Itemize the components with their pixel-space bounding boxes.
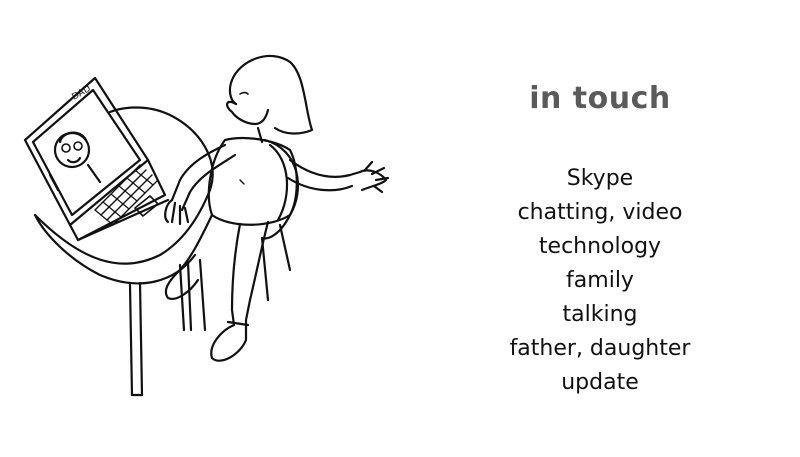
keyword-item: talking: [562, 302, 638, 327]
keyword-item: update: [561, 370, 639, 395]
keyword-item: technology: [538, 234, 662, 259]
caption-panel: in touch Skype chatting, video technolog…: [470, 78, 730, 400]
keyword-item: father, daughter: [509, 336, 691, 361]
table-drawing: [33, 106, 214, 397]
woman-drawing: [164, 54, 390, 362]
laptop-drawing: DAD: [23, 76, 170, 242]
illustration: DAD: [0, 0, 420, 457]
keyword-item: Skype: [566, 166, 634, 191]
keyword-item: chatting, video: [517, 200, 683, 225]
keyword-list: Skype chatting, video technology family …: [470, 162, 730, 400]
caption-title: in touch: [529, 81, 671, 116]
keyword-item: family: [566, 268, 634, 293]
